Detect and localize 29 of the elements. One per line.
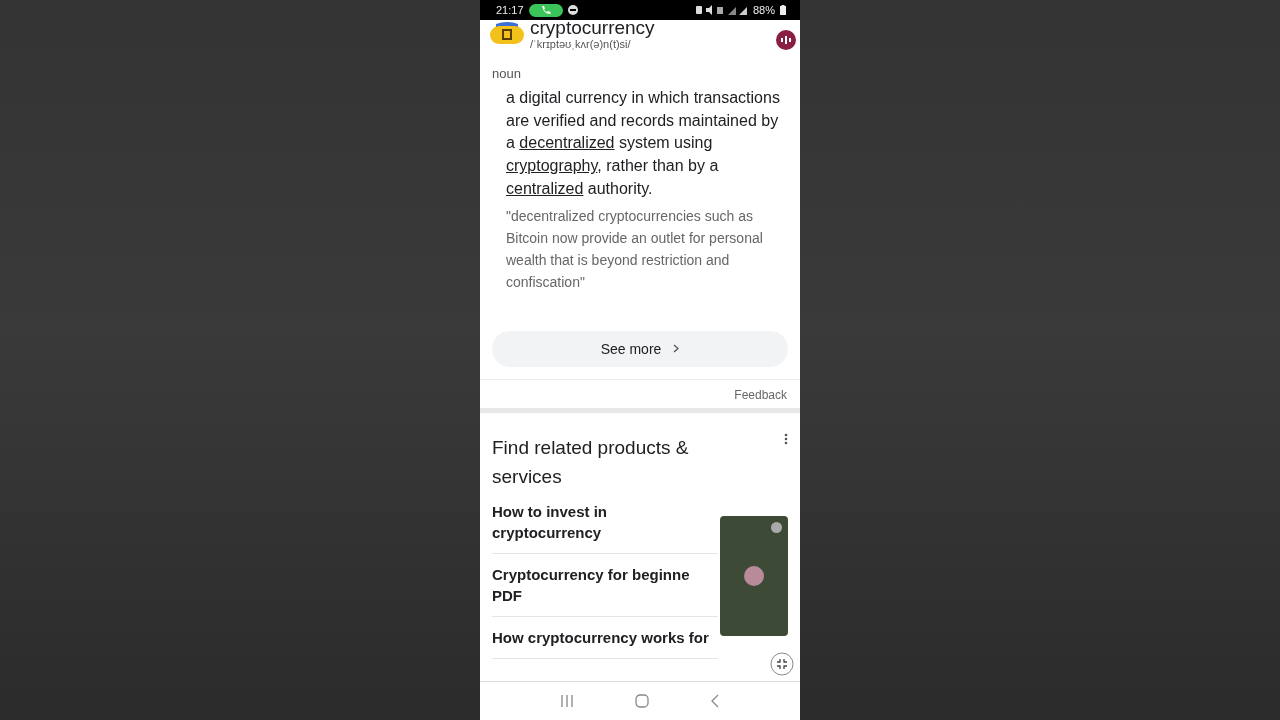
back-icon[interactable] xyxy=(709,694,720,708)
battery-percentage: 88% xyxy=(752,4,775,16)
audio-icon[interactable] xyxy=(776,30,796,50)
call-pill-icon xyxy=(528,3,563,17)
definition-text: a digital currency in which transactions are verified and records maintained by a decentralized system using cryptography, rather than by a centralized authority. xyxy=(506,88,781,199)
see-more-button[interactable]: See more xyxy=(492,330,788,367)
video-call-overlay[interactable] xyxy=(720,516,788,636)
definition-link[interactable]: cryptography xyxy=(506,157,598,175)
clock: 21:17 xyxy=(496,4,524,16)
part-of-speech: noun xyxy=(492,66,522,81)
related-search-link[interactable]: Cryptocurrency for beginne PDF xyxy=(492,553,718,617)
do-not-disturb-icon xyxy=(567,5,578,15)
related-search-link[interactable]: How to invest in cryptocurrency xyxy=(492,490,718,554)
pronunciation: /ˈkrɪptəʊˌkʌr(ə)n(t)si/ xyxy=(530,38,632,50)
feedback-link[interactable]: Feedback xyxy=(734,387,787,402)
related-search-link[interactable]: How cryptocurrency works for xyxy=(492,616,718,659)
definition-link[interactable]: decentralized xyxy=(519,134,615,152)
collapse-icon[interactable] xyxy=(770,652,794,676)
definition-link[interactable]: centralized xyxy=(506,179,584,197)
example-sentence: "decentralized cryptocurrencies such as Bitcoin now provide an outlet for personal wealth that is beyond restriction and confiscation" xyxy=(506,206,764,292)
dictionary-icon xyxy=(490,22,524,44)
avatar-circle xyxy=(744,566,764,586)
headword: cryptocurrency xyxy=(530,20,656,38)
battery-icon xyxy=(780,5,786,15)
signal-icons xyxy=(695,5,748,15)
chevron-right-icon xyxy=(673,344,680,353)
more-options-icon[interactable] xyxy=(784,432,788,445)
home-icon[interactable] xyxy=(635,694,649,708)
section-title: Find related products & services xyxy=(492,435,690,489)
